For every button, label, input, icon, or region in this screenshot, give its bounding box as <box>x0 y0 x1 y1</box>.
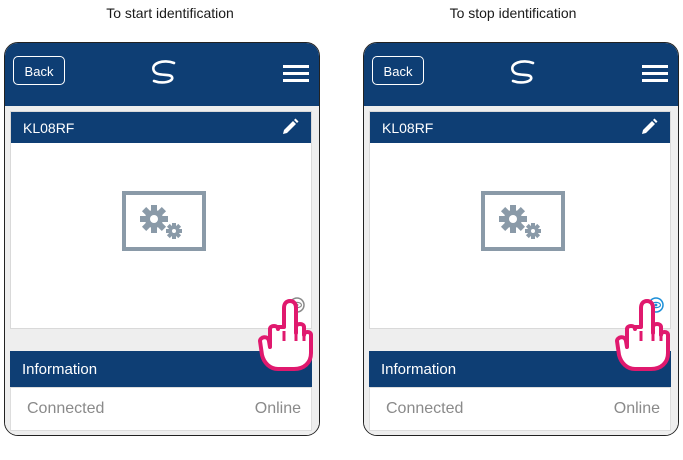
pointing-hand-icon <box>258 299 313 371</box>
app-header: Back <box>5 43 319 106</box>
pointing-hand-icon <box>615 299 670 371</box>
gears-device-icon <box>481 191 565 251</box>
back-button[interactable]: Back <box>13 56 65 85</box>
information-title: Information <box>381 361 457 378</box>
swirl-logo-icon <box>152 60 176 84</box>
device-card-header: KL08RF <box>11 112 311 143</box>
hamburger-menu-icon[interactable] <box>642 63 668 83</box>
hamburger-menu-icon[interactable] <box>283 63 309 83</box>
gears-device-icon <box>122 191 206 251</box>
content-area: KL08RF Information Connected Online <box>364 106 678 435</box>
status-row: Connected Online <box>10 387 312 431</box>
app-header: Back <box>364 43 678 106</box>
status-row: Connected Online <box>369 387 671 431</box>
swirl-logo-icon <box>511 60 535 84</box>
content-area: KL08RF Information Connected Online <box>5 106 319 435</box>
status-label: Connected <box>386 400 464 417</box>
status-value: Online <box>254 400 301 417</box>
back-button[interactable]: Back <box>372 56 424 85</box>
device-name: KL08RF <box>382 120 434 136</box>
pencil-icon[interactable] <box>640 118 658 136</box>
phone-screen-start: Back KL08RF Information Connected Online <box>4 42 320 436</box>
caption-start-identification: To start identification <box>106 5 234 21</box>
information-title: Information <box>22 361 98 378</box>
device-card-header: KL08RF <box>370 112 670 143</box>
status-value: Online <box>613 400 660 417</box>
phone-screen-stop: Back KL08RF Information Connected Online <box>363 42 679 436</box>
caption-stop-identification: To stop identification <box>449 5 577 21</box>
status-label: Connected <box>27 400 105 417</box>
device-name: KL08RF <box>23 120 75 136</box>
pencil-icon[interactable] <box>281 118 299 136</box>
